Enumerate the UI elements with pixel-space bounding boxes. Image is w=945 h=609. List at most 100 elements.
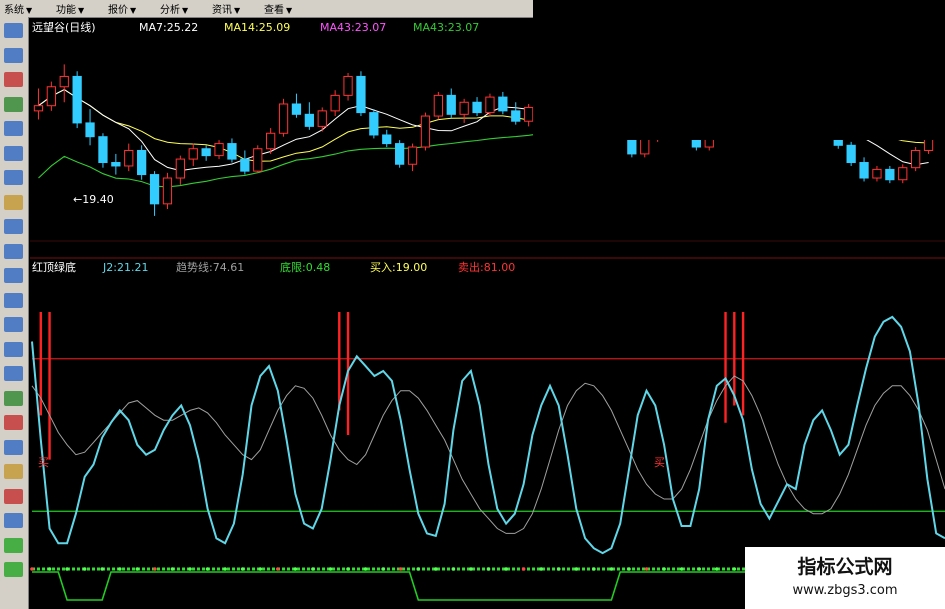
candle-body bbox=[511, 110, 521, 122]
floor-dot bbox=[153, 567, 157, 571]
monitor-icon[interactable] bbox=[4, 292, 23, 308]
floor-dot bbox=[170, 567, 175, 571]
candle-body bbox=[846, 144, 856, 164]
candle-body bbox=[446, 94, 456, 115]
candle-body bbox=[124, 149, 134, 167]
floor-dot bbox=[714, 567, 719, 571]
table-icon[interactable] bbox=[4, 47, 23, 63]
candle-body bbox=[317, 110, 327, 127]
book-icon[interactable] bbox=[4, 194, 23, 210]
window-icon[interactable] bbox=[4, 170, 23, 185]
floor-dot bbox=[398, 567, 403, 571]
candle-body bbox=[498, 96, 508, 112]
candle-icon[interactable] bbox=[4, 96, 23, 112]
menu-function[interactable]: 功能 ▼ bbox=[52, 1, 104, 16]
floor-dot bbox=[486, 567, 491, 571]
ma43-purple-label: MA43:23.07 bbox=[320, 21, 386, 34]
candle-body bbox=[72, 75, 82, 124]
candle-body bbox=[85, 122, 95, 138]
candle-body bbox=[859, 162, 869, 179]
floor-dot bbox=[328, 567, 333, 571]
floor-dot bbox=[732, 567, 737, 571]
bar-icon[interactable] bbox=[4, 121, 23, 136]
f10-icon[interactable] bbox=[4, 243, 23, 259]
candle-body bbox=[343, 75, 353, 96]
floor-dot bbox=[240, 567, 245, 571]
floor-dot bbox=[223, 567, 227, 571]
cross-arrows-icon[interactable] bbox=[4, 513, 23, 528]
watermark: 指标公式网 www.zbgs3.com bbox=[745, 547, 945, 609]
link-icon[interactable] bbox=[4, 439, 23, 455]
candle-body bbox=[395, 143, 405, 165]
menu-system[interactable]: 系统 ▼ bbox=[0, 1, 52, 16]
floor-dot bbox=[100, 567, 105, 571]
candle-body bbox=[420, 115, 431, 148]
candle-body bbox=[304, 113, 314, 127]
candle-body bbox=[162, 177, 173, 205]
occlusion-block bbox=[533, 0, 945, 140]
menu-analysis[interactable]: 分析 ▼ bbox=[156, 1, 208, 16]
candle-body bbox=[214, 143, 224, 157]
calc-icon[interactable] bbox=[4, 341, 23, 357]
price-panel bbox=[30, 0, 945, 331]
price-legend: 远望谷(日线) MA7:25.22 MA14:25.09 MA43:23.07 … bbox=[32, 20, 479, 34]
edit-icon[interactable] bbox=[4, 268, 23, 283]
floor-dot bbox=[697, 567, 701, 571]
floor-dot bbox=[363, 567, 368, 571]
floor-dot bbox=[574, 567, 579, 571]
buy-label: 买入:19.00 bbox=[370, 261, 427, 274]
floor-dot bbox=[82, 567, 87, 571]
line-chart-icon[interactable] bbox=[4, 72, 23, 87]
floor-dot bbox=[592, 567, 596, 571]
ma43-green-label: MA43:23.07 bbox=[413, 21, 479, 34]
floor-label: 底限:0.48 bbox=[280, 260, 330, 274]
floor-dot bbox=[47, 567, 52, 571]
low-price-annotation: ←19.40 bbox=[73, 193, 114, 206]
list-icon[interactable] bbox=[4, 145, 23, 161]
candle-body bbox=[253, 148, 263, 172]
floor-dot bbox=[469, 567, 473, 571]
window2-icon[interactable] bbox=[4, 366, 23, 381]
watermark-title: 指标公式网 bbox=[797, 556, 893, 578]
left-toolbar bbox=[0, 17, 29, 609]
menu-news[interactable]: 资讯 ▼ bbox=[208, 1, 260, 16]
floor-dot bbox=[117, 567, 122, 571]
buy-marker-2: 买 bbox=[654, 456, 665, 469]
menu-quote[interactable]: 报价 ▼ bbox=[104, 1, 156, 16]
candle-body bbox=[137, 149, 147, 176]
database-icon[interactable] bbox=[4, 317, 23, 332]
floor-dot bbox=[381, 567, 385, 571]
up-arrow-icon[interactable] bbox=[4, 537, 23, 553]
candle-body bbox=[472, 101, 482, 114]
candle-body bbox=[188, 148, 198, 160]
folder-icon[interactable] bbox=[4, 219, 23, 234]
candle-body bbox=[46, 86, 56, 107]
floor-dot bbox=[276, 567, 280, 571]
floor-dot bbox=[434, 567, 438, 571]
candle-body bbox=[356, 75, 366, 114]
swap-icon[interactable] bbox=[4, 390, 23, 406]
floor-dot bbox=[644, 567, 649, 571]
trend-line bbox=[31, 375, 945, 534]
grid-icon[interactable] bbox=[4, 23, 23, 38]
pencil-icon[interactable] bbox=[4, 464, 23, 479]
candle-body bbox=[433, 94, 443, 117]
floor-dot bbox=[504, 567, 508, 571]
floor-dot bbox=[258, 567, 263, 571]
menu-view[interactable]: 查看 ▼ bbox=[260, 1, 312, 16]
down-arrow-icon[interactable] bbox=[4, 562, 23, 577]
bolt-icon[interactable] bbox=[4, 488, 23, 504]
floor-dot bbox=[521, 567, 526, 571]
chart-canvas: 远望谷(日线) MA7:25.22 MA14:25.09 MA43:23.07 … bbox=[30, 0, 945, 601]
candle-body bbox=[459, 101, 469, 115]
indicator-title: 红顶绿底 bbox=[32, 260, 76, 274]
candle-body bbox=[59, 75, 69, 88]
candle-body bbox=[885, 168, 895, 181]
candle-body bbox=[485, 96, 495, 114]
j2-label: J2:21.21 bbox=[102, 261, 148, 274]
sell-label: 卖出:81.00 bbox=[458, 260, 515, 274]
candle-body bbox=[33, 105, 44, 112]
candle-body bbox=[407, 146, 418, 165]
dollar-icon[interactable] bbox=[4, 415, 23, 430]
candle-body bbox=[266, 132, 276, 150]
